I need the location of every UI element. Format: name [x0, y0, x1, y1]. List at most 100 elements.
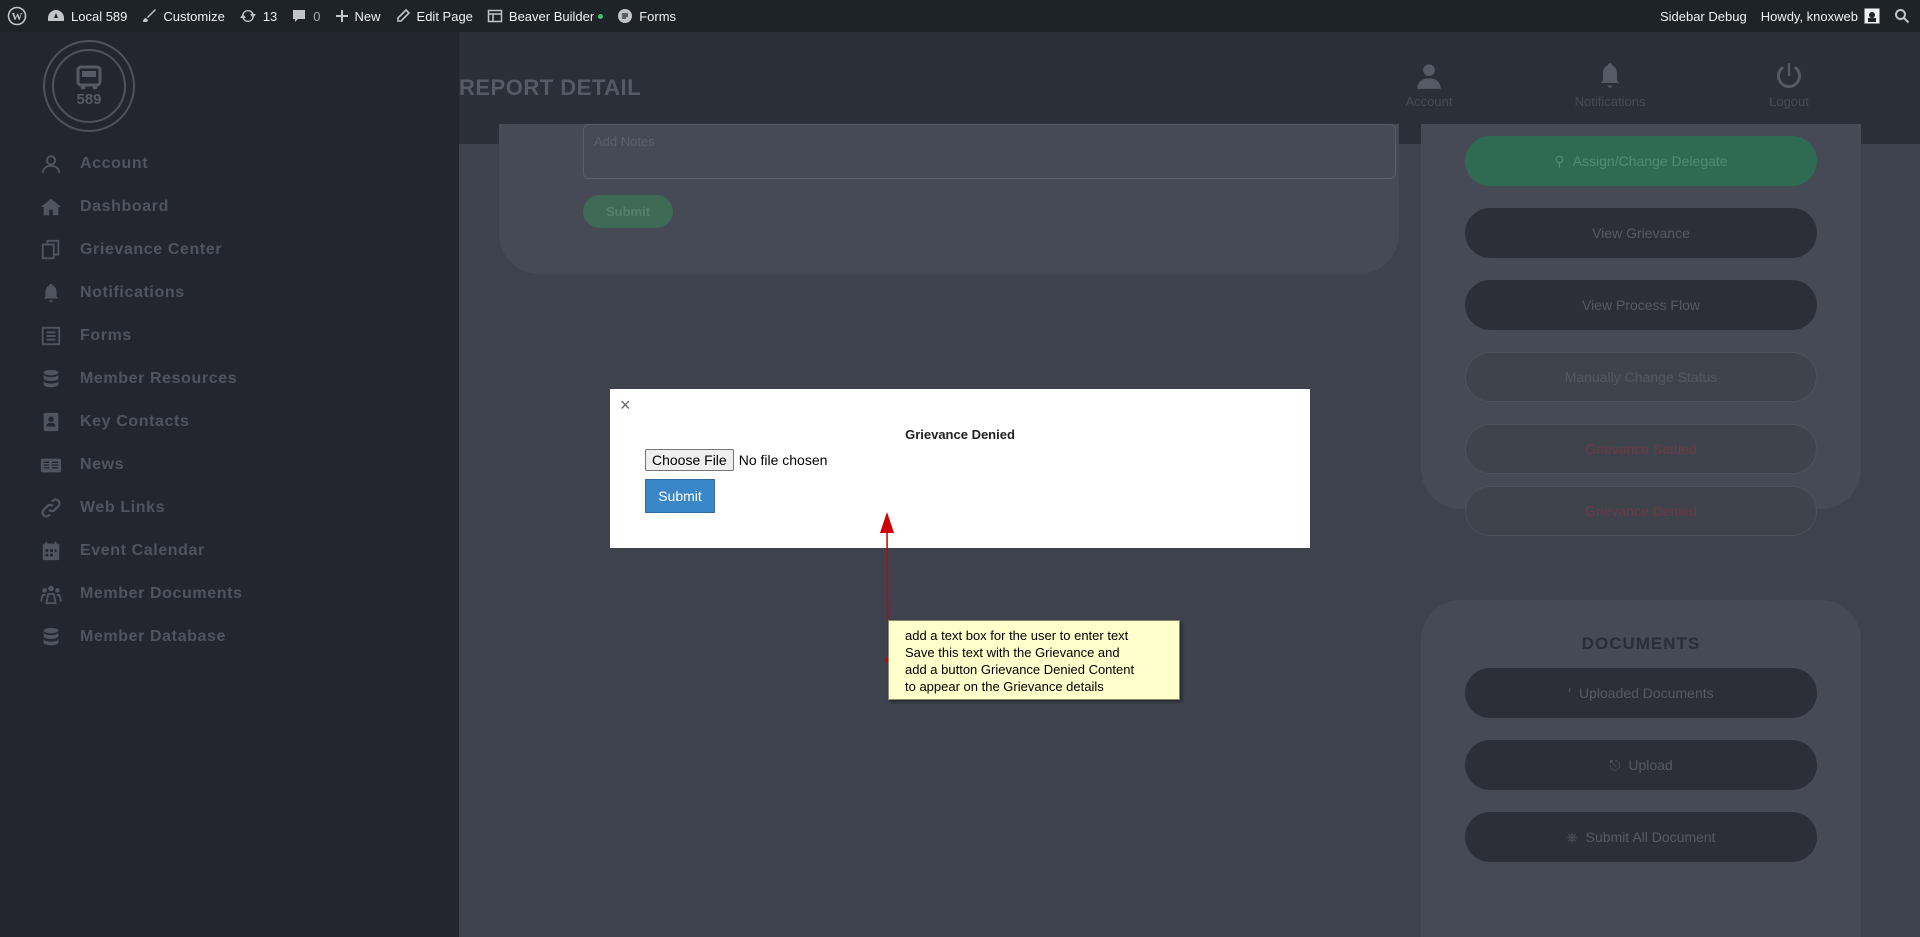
header-logout-button[interactable]: Logout: [1744, 62, 1834, 109]
site-name: Local 589: [71, 8, 128, 24]
sidebar: 589 Account Dashboard Grievance Center N…: [0, 32, 459, 937]
sidebar-item-member-database[interactable]: Member Database: [0, 615, 459, 658]
sidebar-item-web-links[interactable]: Web Links: [0, 486, 459, 529]
updates-link[interactable]: 13: [232, 0, 284, 32]
pencil-icon: [396, 8, 410, 22]
documents-card: DOCUMENTS ′ Uploaded Documents ⎋ Upload …: [1421, 600, 1861, 937]
upload-icon: ⎋: [1609, 756, 1621, 773]
svg-text:W: W: [12, 11, 23, 23]
sidebar-debug-link[interactable]: Sidebar Debug: [1653, 0, 1754, 32]
beaver-builder-link[interactable]: Beaver Builder: [480, 0, 610, 32]
sidebar-item-grievance-center[interactable]: Grievance Center: [0, 228, 459, 271]
sidebar-item-member-resources[interactable]: Member Resources: [0, 357, 459, 400]
sidebar-item-label: Member Documents: [80, 584, 243, 602]
customize-link[interactable]: Customize: [134, 0, 231, 32]
new-content-link[interactable]: New: [328, 0, 388, 32]
plus-icon: [335, 10, 348, 22]
assign-delegate-label: Assign/Change Delegate: [1572, 153, 1728, 169]
grievance-denied-button[interactable]: Grievance Denied: [1465, 486, 1817, 536]
sidebar-item-label: Grievance Center: [80, 240, 223, 258]
choose-file-button[interactable]: Choose File: [645, 449, 734, 471]
copy-icon: [41, 239, 60, 259]
calendar-icon: [42, 541, 60, 560]
table-icon: [487, 9, 503, 23]
sidebar-item-dashboard[interactable]: Dashboard: [0, 185, 459, 228]
sidebar-item-label: Key Contacts: [80, 412, 190, 430]
notes-submit-button[interactable]: Submit: [583, 195, 673, 228]
bell-icon: [43, 283, 59, 302]
link-icon: [41, 497, 61, 518]
submit-all-documents-button[interactable]: ⎈ Submit All Document: [1465, 812, 1817, 862]
sidebar-item-label: Dashboard: [80, 197, 169, 215]
modal-submit-button[interactable]: Submit: [645, 479, 715, 513]
edit-page-link[interactable]: Edit Page: [388, 0, 480, 32]
search-icon: ⚲: [1554, 152, 1565, 169]
edit-page-label: Edit Page: [416, 8, 473, 24]
sidebar-item-event-calendar[interactable]: Event Calendar: [0, 529, 459, 572]
user-icon: [41, 154, 61, 173]
header-notifications-button[interactable]: Notifications: [1565, 62, 1655, 109]
forms-link[interactable]: Forms: [610, 0, 683, 32]
sidebar-debug-label: Sidebar Debug: [1659, 8, 1747, 24]
annotation-line: Save this text with the Grievance and: [905, 645, 1120, 660]
sidebar-item-account[interactable]: Account: [0, 142, 459, 185]
sidebar-item-member-documents[interactable]: Member Documents: [0, 572, 459, 615]
sidebar-item-label: Account: [80, 154, 149, 172]
new-label: New: [354, 8, 381, 24]
database-icon: [43, 369, 59, 387]
grievance-denied-modal: × Grievance Denied Choose File No file c…: [610, 389, 1310, 548]
header-logout-label: Logout: [1769, 94, 1809, 109]
sidebar-item-label: Event Calendar: [80, 541, 205, 559]
upload-button[interactable]: ⎋ Upload: [1465, 740, 1817, 790]
annotation-line: add a text box for the user to enter tex…: [905, 628, 1129, 643]
notes-textarea[interactable]: Add Notes: [583, 124, 1396, 179]
upload-label: Upload: [1628, 757, 1673, 773]
avatar-icon: [1864, 8, 1880, 24]
header-notifications-label: Notifications: [1574, 94, 1646, 109]
beaver-builder-label: Beaver Builder: [508, 8, 595, 24]
database-icon: [43, 627, 59, 645]
file-status-text: No file chosen: [738, 452, 828, 468]
file-upload-field: Choose File No file chosen: [645, 449, 827, 471]
users-icon: [40, 585, 62, 604]
assign-delegate-button[interactable]: ⚲ Assign/Change Delegate: [1465, 136, 1817, 186]
manual-status-button[interactable]: Manually Change Status: [1465, 352, 1817, 402]
modal-title: Grievance Denied: [905, 427, 1015, 442]
sidebar-item-forms[interactable]: Forms: [0, 314, 459, 357]
comment-icon: [293, 10, 306, 22]
user-icon: [1417, 64, 1441, 89]
site-name-link[interactable]: Local 589: [40, 0, 134, 32]
customize-label: Customize: [163, 8, 225, 24]
news-icon: [40, 458, 62, 472]
close-icon[interactable]: ×: [620, 395, 631, 416]
howdy-label: Howdy, knoxweb: [1760, 8, 1858, 24]
power-icon: [1777, 63, 1801, 88]
sidebar-item-news[interactable]: News: [0, 443, 459, 486]
updates-icon: [239, 9, 256, 23]
send-icon: ⎈: [1566, 828, 1578, 845]
forms-icon: [618, 9, 633, 23]
search-link[interactable]: [1887, 0, 1920, 32]
admin-bar: W Local 589 Customize 13 0 New Edit Page: [0, 0, 1920, 32]
document-icon: ′: [1568, 685, 1571, 701]
my-account-link[interactable]: Howdy, knoxweb: [1754, 0, 1887, 32]
forms-label: Forms: [639, 8, 677, 24]
wordpress-logo-icon[interactable]: W: [0, 0, 40, 32]
grievance-settled-button[interactable]: Grievance Settled: [1465, 424, 1817, 474]
submit-all-documents-label: Submit All Document: [1585, 829, 1716, 845]
comments-link[interactable]: 0: [284, 0, 327, 32]
uploaded-documents-button[interactable]: ′ Uploaded Documents: [1465, 668, 1817, 718]
annotation-note: add a text box for the user to enter tex…: [888, 620, 1180, 700]
dashboard-icon: [48, 10, 64, 21]
view-grievance-button[interactable]: View Grievance: [1465, 208, 1817, 258]
sidebar-item-label: Member Resources: [80, 369, 238, 387]
sidebar-nav: Account Dashboard Grievance Center Notif…: [0, 142, 459, 658]
header-account-button[interactable]: Account: [1384, 62, 1474, 109]
sidebar-item-notifications[interactable]: Notifications: [0, 271, 459, 314]
page-title: REPORT DETAIL: [459, 75, 642, 100]
sidebar-item-key-contacts[interactable]: Key Contacts: [0, 400, 459, 443]
contact-icon: [43, 412, 59, 431]
view-process-flow-button[interactable]: View Process Flow: [1465, 280, 1817, 330]
union-logo[interactable]: 589: [43, 40, 135, 132]
sidebar-item-label: Web Links: [80, 498, 166, 516]
